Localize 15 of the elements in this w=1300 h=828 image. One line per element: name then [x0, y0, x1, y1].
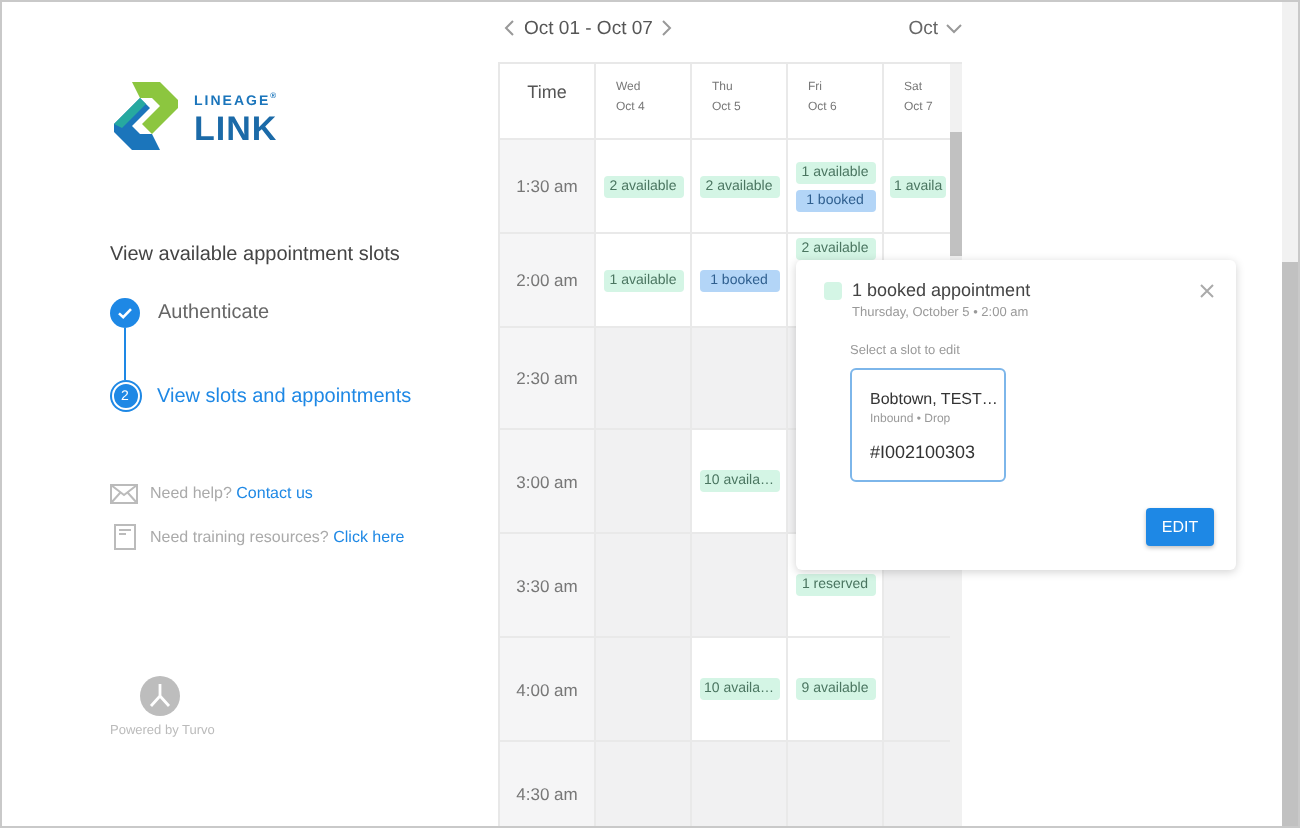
time-label: 4:30 am	[500, 742, 596, 826]
help-text: Need help? Contact us	[150, 484, 313, 502]
time-label: 1:30 am	[500, 140, 596, 232]
time-label: 4:00 am	[500, 638, 596, 740]
brand-name: LINK	[194, 111, 279, 146]
steps-title: View available appointment slots	[110, 244, 402, 266]
popup-title: 1 booked appointment	[852, 280, 1031, 300]
date-range: Oct 01 - Oct 07	[524, 17, 653, 39]
time-label: 3:00 am	[500, 430, 596, 532]
slot-id: #I002100303	[870, 442, 978, 462]
slot-title: Bobtown, TEST…	[870, 390, 1000, 408]
time-label: 2:30 am	[500, 328, 596, 428]
help-text: Need training resources? Click here	[150, 528, 405, 546]
time-label: 3:30 am	[500, 534, 596, 636]
time-label: 2:00 am	[500, 234, 596, 326]
